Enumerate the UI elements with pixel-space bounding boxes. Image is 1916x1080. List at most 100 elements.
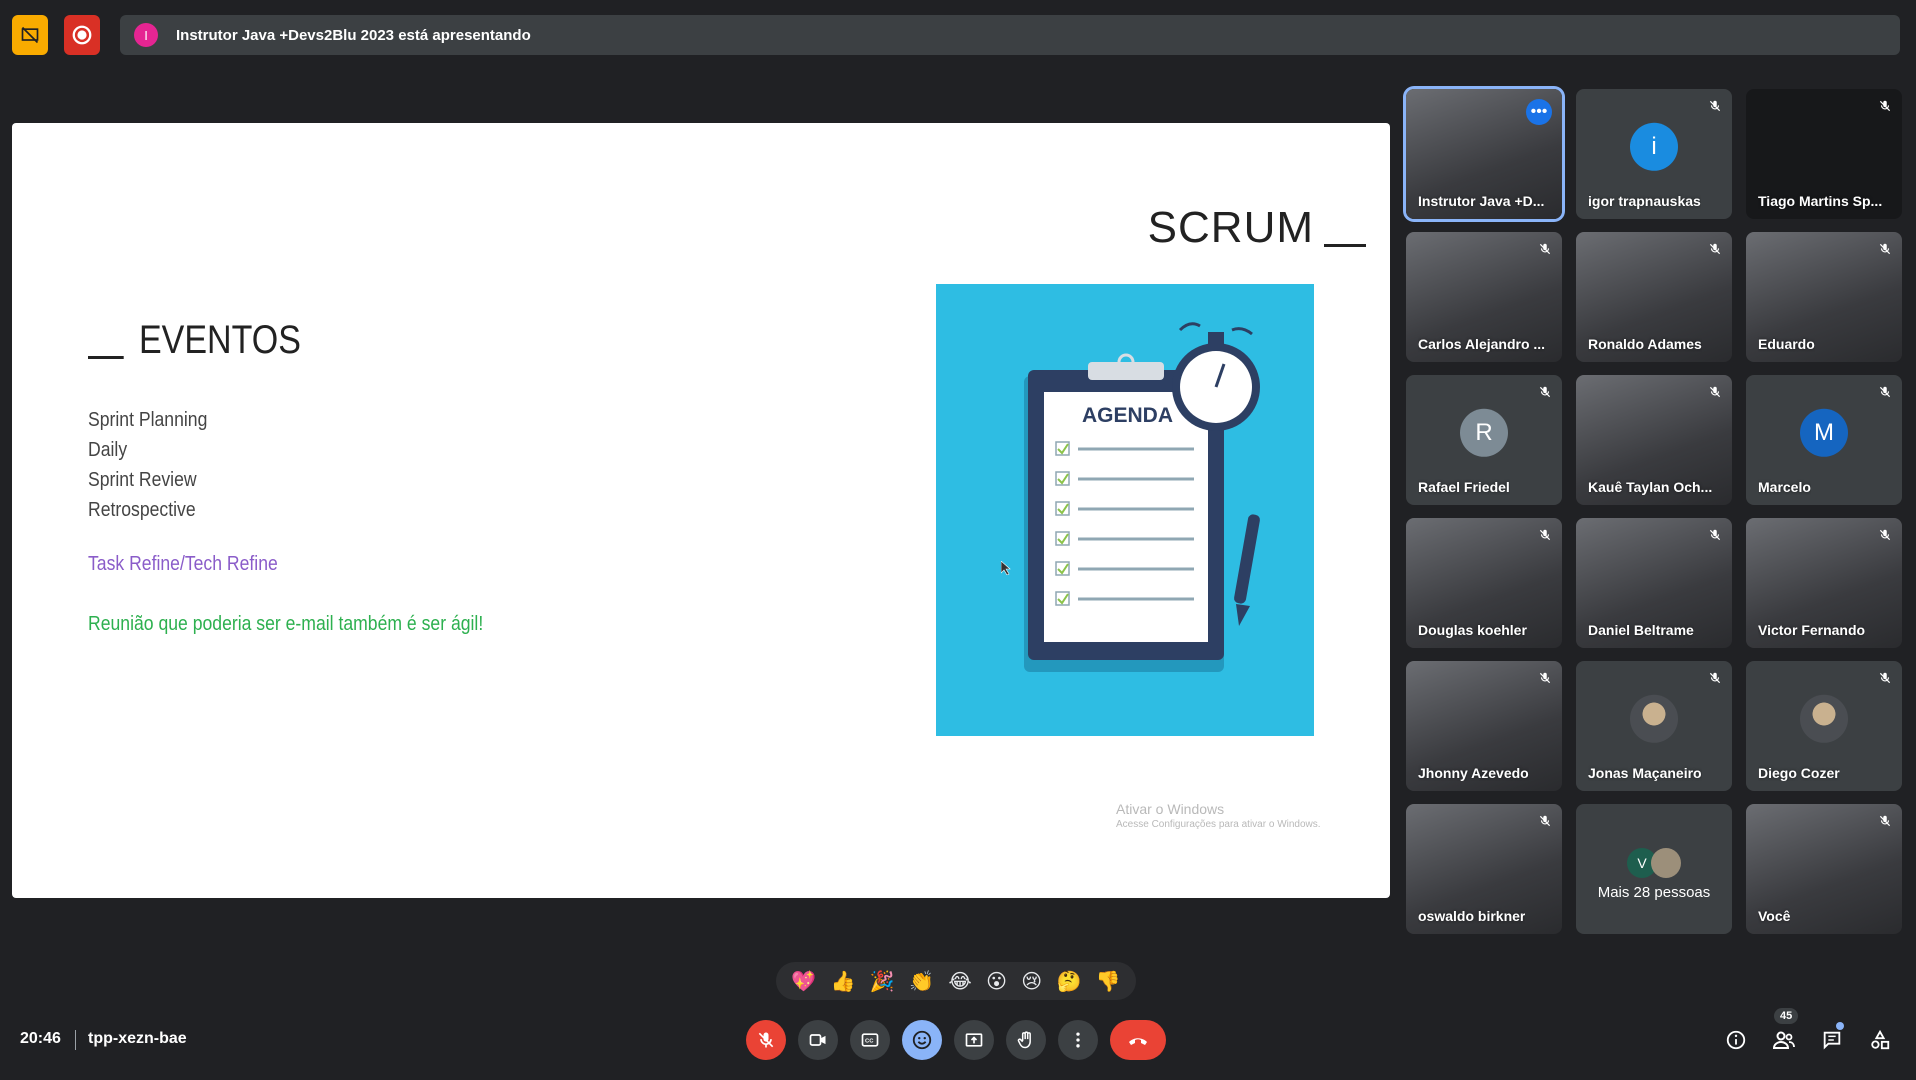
record-icon [72, 25, 92, 45]
mic-muted-icon [1878, 814, 1892, 833]
mic-muted-icon [1708, 528, 1722, 547]
slide-heading: EVENTOS [88, 318, 301, 363]
more-options-button[interactable] [1058, 1020, 1098, 1060]
participant-tile[interactable]: Daniel Beltrame [1576, 518, 1732, 648]
recording-button[interactable] [64, 15, 100, 55]
reaction-emoji-button[interactable]: 👎 [1096, 969, 1121, 994]
more-participants-avatars: V [1627, 848, 1681, 878]
participant-tile[interactable]: Tiago Martins Sp... [1746, 89, 1902, 219]
reaction-emoji-button[interactable]: 🎉 [870, 969, 895, 994]
info-icon [1726, 1030, 1746, 1050]
participant-tile[interactable]: M Marcelo [1746, 375, 1902, 505]
slide-logo: SCRUM [1148, 203, 1366, 253]
participant-tile[interactable]: Kauê Taylan Och... [1576, 375, 1732, 505]
watermark-title: Ativar o Windows [1116, 801, 1225, 817]
present-screen-button[interactable] [954, 1020, 994, 1060]
participant-avatar: i [1630, 122, 1678, 171]
mic-muted-icon [1708, 242, 1722, 261]
task-refine-text: Task Refine/Tech Refine [88, 553, 278, 575]
activities-icon [1871, 1029, 1890, 1050]
reuniao-text: Reunião que poderia ser e-mail também é … [88, 613, 484, 635]
participant-tile[interactable]: Jonas Maçaneiro [1576, 661, 1732, 791]
participant-name: Ronaldo Adames [1588, 336, 1702, 352]
mute-microphone-button[interactable] [746, 1020, 786, 1060]
mouse-cursor-icon [1000, 560, 1011, 580]
svg-text:CC: CC [865, 1039, 874, 1045]
top-bar: I Instrutor Java +Devs2Blu 2023 está apr… [12, 15, 1900, 55]
participant-name: Diego Cozer [1758, 765, 1840, 781]
activities-button[interactable] [1864, 1024, 1896, 1056]
camera-button[interactable] [798, 1020, 838, 1060]
meeting-details-button[interactable] [1720, 1024, 1752, 1056]
participant-tile[interactable]: Jhonny Azevedo [1406, 661, 1562, 791]
participant-tile[interactable]: Instrutor Java +D... ••• [1406, 89, 1562, 219]
hang-up-icon [1129, 1038, 1147, 1045]
participant-name: oswaldo birkner [1418, 908, 1526, 924]
participant-name: Jhonny Azevedo [1418, 765, 1529, 781]
presenting-banner: I Instrutor Java +Devs2Blu 2023 está apr… [120, 15, 1900, 55]
reactions-button[interactable] [902, 1020, 942, 1060]
hand-icon [1017, 1031, 1031, 1049]
participant-name: Instrutor Java +D... [1418, 193, 1545, 209]
participant-tile[interactable]: Você [1746, 804, 1902, 934]
windows-activation-watermark: Ativar o Windows Acesse Configurações pa… [1116, 801, 1321, 830]
chat-button[interactable] [1816, 1024, 1848, 1056]
event-item: Sprint Review [88, 469, 197, 491]
event-item: Daily [88, 439, 128, 461]
mic-muted-icon [1878, 242, 1892, 261]
mic-muted-icon [1538, 385, 1552, 404]
watermark-subtitle: Acesse Configurações para ativar o Windo… [1116, 819, 1321, 830]
participant-tile[interactable]: Diego Cozer [1746, 661, 1902, 791]
reaction-emoji-button[interactable]: 👍 [830, 969, 855, 994]
divider [75, 1030, 76, 1050]
event-item: Sprint Planning [88, 409, 208, 431]
reaction-emoji-button[interactable]: 😢 [1021, 969, 1042, 994]
more-participants-label: Mais 28 pessoas [1597, 884, 1711, 901]
participant-tile[interactable]: Ronaldo Adames [1576, 232, 1732, 362]
more-options-icon[interactable]: ••• [1526, 99, 1552, 125]
reaction-emoji-button[interactable]: 😮 [986, 969, 1007, 994]
presentation-slide: SCRUM EVENTOS Sprint Planning Daily Spri… [12, 123, 1390, 898]
reaction-emoji-button[interactable]: 💖 [791, 969, 816, 994]
event-item: Retrospective [88, 499, 196, 521]
captions-button[interactable]: CC [850, 1020, 890, 1060]
reaction-emoji-button[interactable]: 👏 [909, 969, 934, 994]
participant-tile[interactable]: Eduardo [1746, 232, 1902, 362]
mic-muted-icon [1878, 671, 1892, 690]
participant-name: Victor Fernando [1758, 622, 1866, 638]
present-screen-icon [965, 1033, 983, 1047]
mic-muted-icon [1878, 528, 1892, 547]
leave-call-button[interactable] [1110, 1020, 1166, 1060]
participant-tile[interactable]: Victor Fernando [1746, 518, 1902, 648]
participant-tile[interactable]: V Mais 28 pessoas [1576, 804, 1732, 934]
participant-tile[interactable]: Douglas koehler [1406, 518, 1562, 648]
mic-off-icon [758, 1032, 774, 1048]
people-icon [1772, 1031, 1795, 1049]
participant-tile[interactable]: R Rafael Friedel [1406, 375, 1562, 505]
people-button[interactable] [1768, 1024, 1800, 1056]
participant-name: Eduardo [1758, 336, 1815, 352]
participant-photo [1651, 848, 1681, 878]
participant-avatar: M [1800, 408, 1848, 457]
participant-photo [1800, 694, 1848, 743]
reaction-emoji-button[interactable]: 🤔 [1057, 969, 1082, 994]
mic-muted-icon [1878, 385, 1892, 404]
reaction-emoji-button[interactable]: 😂 [948, 969, 971, 994]
participant-name: Daniel Beltrame [1588, 622, 1694, 638]
chat-notification-dot [1836, 1022, 1844, 1030]
events-list: Sprint Planning Daily Sprint Review Retr… [88, 405, 207, 525]
reactions-bar: 💖 👍 🎉 👏 😂 😮 😢 🤔 👎 [776, 962, 1136, 1000]
mic-muted-icon [1708, 385, 1722, 404]
presentation-indicator-button[interactable] [12, 15, 48, 55]
participant-count-badge: 45 [1774, 1008, 1799, 1024]
mic-muted-icon [1708, 671, 1722, 690]
mic-muted-icon [1878, 99, 1892, 118]
participant-name: Jonas Maçaneiro [1588, 765, 1702, 781]
participant-photo [1630, 694, 1678, 743]
participant-tile[interactable]: Carlos Alejandro ... [1406, 232, 1562, 362]
participant-name: Você [1758, 908, 1791, 924]
agenda-illustration: AGENDA [936, 284, 1314, 736]
participant-tile[interactable]: oswaldo birkner [1406, 804, 1562, 934]
participant-tile[interactable]: i igor trapnauskas [1576, 89, 1732, 219]
raise-hand-button[interactable] [1006, 1020, 1046, 1060]
